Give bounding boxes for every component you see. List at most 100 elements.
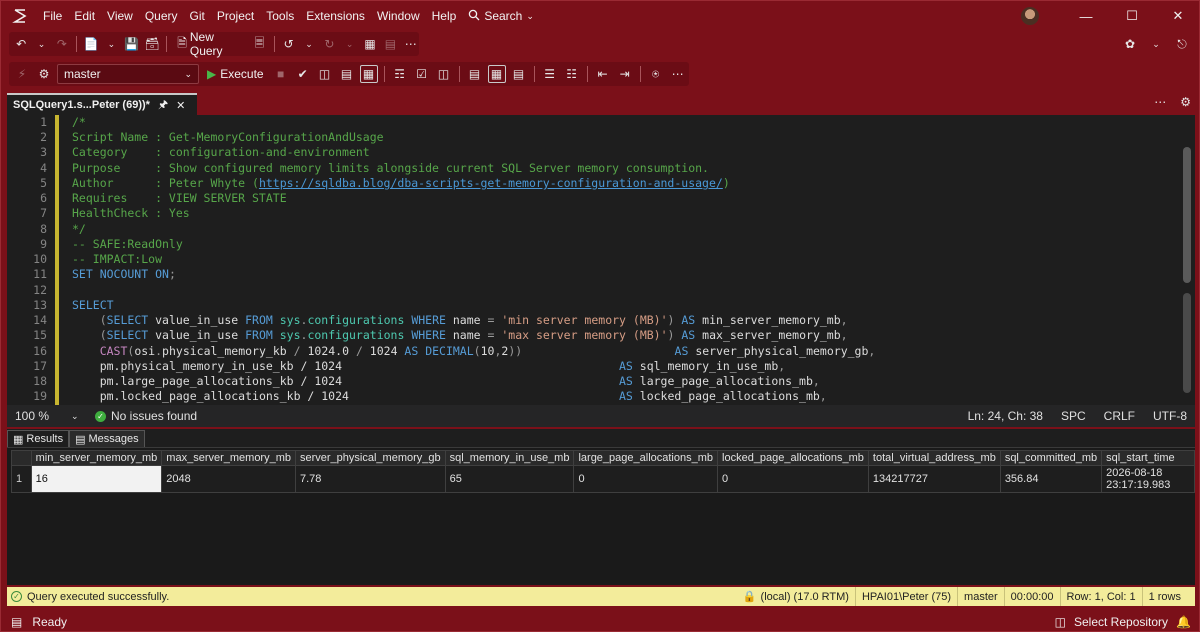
chevron-down-icon[interactable]: ⌄: [301, 35, 317, 53]
table-cell[interactable]: 7.78: [295, 465, 446, 493]
table-cell[interactable]: 2026-08-18 23:17:19.983: [1101, 465, 1195, 493]
execute-button[interactable]: ▶ Execute: [203, 67, 268, 81]
select-repository-button[interactable]: ◫ Select Repository 🔔: [1055, 615, 1191, 629]
column-header[interactable]: server_physical_memory_gb: [295, 450, 446, 466]
menu-edit[interactable]: Edit: [68, 1, 101, 31]
new-file-icon[interactable]: 📄: [83, 35, 99, 53]
chevron-down-icon[interactable]: ⌄: [33, 35, 49, 53]
menu-tools[interactable]: Tools: [260, 1, 300, 31]
bell-icon[interactable]: 🔔: [1176, 615, 1191, 629]
results-to-grid-icon[interactable]: ▦: [487, 65, 506, 83]
sql-editor[interactable]: 1 2 3 4 5 6 7 8 9 10 11 12 13 14 15 16 1…: [7, 115, 1195, 405]
new-query-button[interactable]: 🗎 New Query: [173, 30, 247, 58]
menu-help[interactable]: Help: [426, 1, 463, 31]
close-button[interactable]: ✕: [1155, 1, 1200, 31]
copilot-icon[interactable]: ✿: [1121, 35, 1139, 53]
column-header[interactable]: sql_start_time: [1101, 450, 1195, 466]
menu-project[interactable]: Project: [211, 1, 260, 31]
minimize-button[interactable]: —: [1063, 1, 1109, 31]
query-options-icon[interactable]: ▤: [338, 65, 356, 83]
editor-status-bar: 100 % ⌄ ✓ No issues found Ln: 24, Ch: 38…: [7, 405, 1195, 427]
actual-plan-icon[interactable]: ☶: [391, 65, 409, 83]
code-line: SET NOCOUNT ON;: [72, 267, 176, 282]
table-cell[interactable]: 16: [30, 465, 163, 493]
code-line: Category : configuration-and-environment: [72, 145, 370, 159]
menu-query[interactable]: Query: [139, 1, 184, 31]
menu-window[interactable]: Window: [371, 1, 426, 31]
vertical-scrollbar-thumb[interactable]: [1183, 147, 1191, 283]
chevron-down-icon[interactable]: ⌄: [342, 35, 358, 53]
search-box[interactable]: Search ⌄: [468, 9, 534, 24]
chevron-down-icon[interactable]: ⌄: [1147, 35, 1165, 53]
zoom-select[interactable]: 100 % ⌄: [7, 409, 89, 423]
menu-extensions[interactable]: Extensions: [300, 1, 371, 31]
code-line: SELECT: [72, 298, 114, 312]
table-cell[interactable]: 65: [444, 465, 575, 493]
line-number: 5: [40, 176, 47, 190]
whitespace-mode[interactable]: SPC: [1061, 409, 1086, 423]
table-cell[interactable]: 0: [717, 465, 869, 493]
more-icon[interactable]: ⋯: [403, 35, 419, 53]
avatar[interactable]: [1021, 7, 1039, 25]
pin-icon[interactable]: 🖈: [158, 96, 168, 115]
tab-sqlquery1[interactable]: SQLQuery1.s...Peter (69))* 🖈 ✕: [7, 93, 197, 115]
uncomment-icon[interactable]: ☷: [563, 65, 581, 83]
connect-icon[interactable]: ⚡: [13, 65, 31, 83]
estimated-plan-icon[interactable]: ◫: [316, 65, 334, 83]
table-cell[interactable]: 0: [573, 465, 719, 493]
save-all-icon[interactable]: 🗃: [144, 35, 160, 53]
menu-file[interactable]: File: [37, 1, 68, 31]
live-statistics-icon[interactable]: ☑: [413, 65, 431, 83]
results-to-file2-icon[interactable]: ▤: [510, 65, 528, 83]
gear-icon[interactable]: ⚙: [1180, 95, 1191, 109]
column-header[interactable]: large_page_allocations_mb: [573, 450, 719, 466]
more-icon[interactable]: ⋯: [1154, 95, 1166, 109]
parse-icon[interactable]: ✔: [294, 65, 312, 83]
decrease-indent-icon[interactable]: ⇤: [594, 65, 612, 83]
forward-icon[interactable]: ↷: [54, 35, 70, 53]
save-icon[interactable]: 💾: [124, 35, 140, 53]
menu-git[interactable]: Git: [184, 1, 211, 31]
column-header[interactable]: max_server_memory_mb: [161, 450, 296, 466]
column-header[interactable]: min_server_memory_mb: [30, 450, 163, 466]
back-icon[interactable]: ↶: [13, 35, 29, 53]
specify-values-icon[interactable]: ⍟: [647, 65, 665, 83]
results-to-text-icon[interactable]: ▤: [466, 65, 484, 83]
change-connection-icon[interactable]: ⚙: [35, 65, 53, 83]
cursor-position[interactable]: Ln: 24, Ch: 38: [968, 409, 1043, 423]
redo-icon[interactable]: ↻: [321, 35, 337, 53]
increase-indent-icon[interactable]: ⇥: [616, 65, 634, 83]
column-header[interactable]: locked_page_allocations_mb: [717, 450, 869, 466]
open-query-icon[interactable]: 🗏: [251, 35, 267, 53]
issues-indicator[interactable]: ✓ No issues found: [95, 409, 197, 423]
tab-results[interactable]: ▦ Results: [7, 430, 70, 447]
stop-icon[interactable]: ■: [272, 65, 290, 83]
output-window-icon[interactable]: ▤: [11, 615, 22, 629]
main-window: File Edit View Query Git Project Tools E…: [0, 0, 1200, 632]
activity-monitor-icon[interactable]: ▦: [362, 35, 378, 53]
line-ending[interactable]: CRLF: [1104, 409, 1135, 423]
database-select[interactable]: master ⌄: [57, 64, 199, 84]
comment-icon[interactable]: ☰: [541, 65, 559, 83]
object-explorer-icon[interactable]: ▤: [382, 35, 398, 53]
table-cell[interactable]: 134217727: [867, 465, 1001, 493]
row-number[interactable]: 1: [11, 465, 32, 493]
vertical-scrollbar-track[interactable]: [1183, 293, 1191, 393]
table-cell[interactable]: 2048: [161, 465, 296, 493]
encoding[interactable]: UTF-8: [1153, 409, 1187, 423]
column-header[interactable]: sql_committed_mb: [999, 450, 1103, 466]
more-icon[interactable]: ⋯: [669, 65, 687, 83]
chevron-down-icon[interactable]: ⌄: [103, 35, 119, 53]
table-cell[interactable]: 356.84: [999, 465, 1103, 493]
client-statistics-icon[interactable]: ◫: [435, 65, 453, 83]
share-icon[interactable]: ⎋: [1173, 35, 1191, 53]
maximize-button[interactable]: ☐: [1109, 1, 1155, 31]
results-to-file-icon[interactable]: ▦: [359, 65, 378, 83]
tab-messages[interactable]: ▤ Messages: [69, 430, 145, 447]
column-header[interactable]: total_virtual_address_mb: [867, 450, 1001, 466]
author-link[interactable]: https://sqldba.blog/dba-scripts-get-memo…: [259, 176, 723, 190]
column-header[interactable]: sql_memory_in_use_mb: [444, 450, 575, 466]
menu-view[interactable]: View: [101, 1, 139, 31]
undo-icon[interactable]: ↺: [281, 35, 297, 53]
close-icon[interactable]: ✕: [176, 99, 185, 112]
